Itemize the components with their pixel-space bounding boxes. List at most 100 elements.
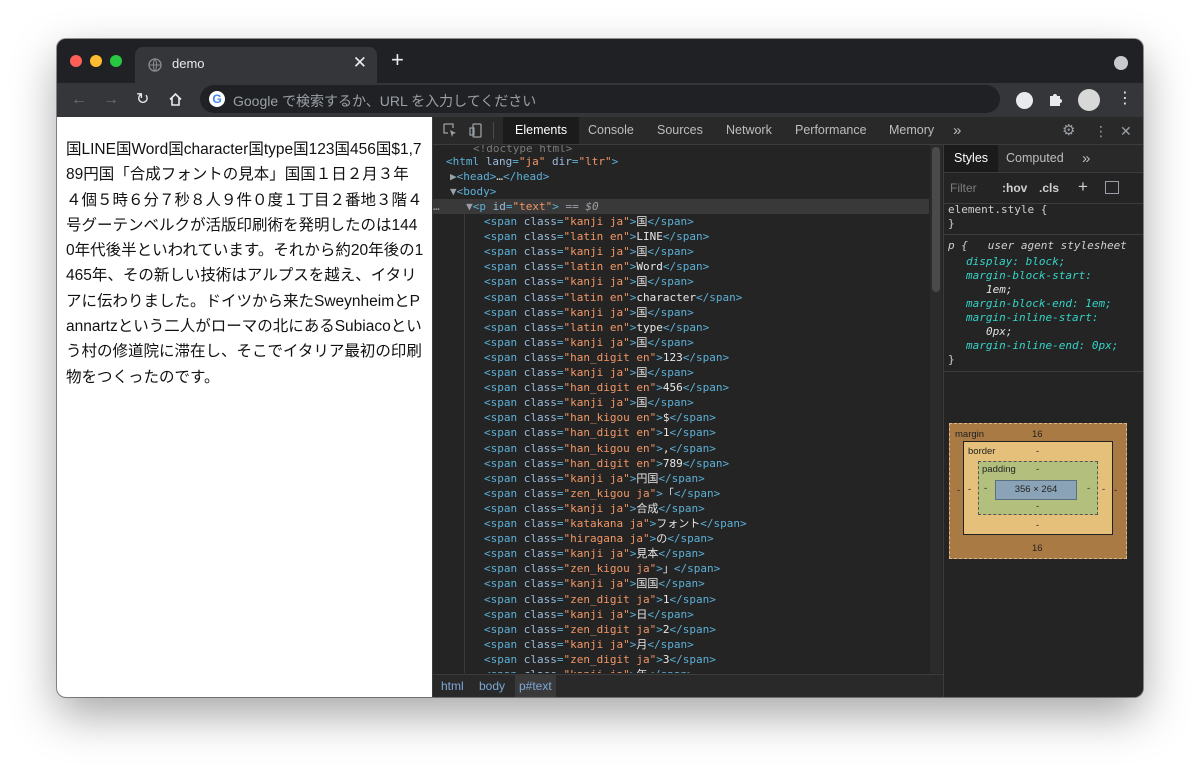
margin-right-value[interactable]: -	[1114, 485, 1117, 496]
device-toolbar-icon[interactable]	[469, 123, 484, 138]
reload-icon[interactable]: ↻	[136, 91, 149, 109]
omnibox[interactable]: G Google で検索するか、URL を入力してください	[200, 85, 1000, 113]
border-left-value[interactable]: -	[968, 484, 971, 495]
zoom-window-button[interactable]	[110, 55, 122, 67]
filter-input[interactable]: Filter	[950, 181, 977, 195]
box-model-padding[interactable]: padding - - - - 356 × 264	[978, 461, 1098, 515]
crumb-html[interactable]: html	[441, 675, 464, 697]
tab-demo[interactable]: demo ✕	[135, 47, 377, 83]
box-model-border[interactable]: border - - - - padding - - - - 356 × 264	[963, 441, 1113, 535]
margin-left-value[interactable]: -	[957, 485, 960, 496]
border-top-value[interactable]: -	[1036, 446, 1039, 457]
span-node[interactable]: <span class="han_digit en">789</span>	[484, 456, 729, 471]
hov-toggle[interactable]: :hov	[1002, 181, 1027, 195]
element-style-open[interactable]: element.style {	[948, 203, 1047, 217]
span-node[interactable]: <span class="kanji ja">国</span>	[484, 305, 694, 320]
new-tab-button[interactable]: +	[391, 49, 404, 71]
close-tab-icon[interactable]: ✕	[353, 54, 367, 72]
span-node[interactable]: <span class="han_kigou en">,</span>	[484, 441, 716, 456]
elements-tree[interactable]: <!doctype html> <html lang="ja" dir="ltr…	[433, 145, 929, 673]
margin-bottom-value[interactable]: 16	[1032, 543, 1043, 554]
rule-margin-inline-start: margin-inline-start:	[966, 311, 1099, 324]
border-right-value[interactable]: -	[1102, 484, 1105, 495]
minimize-window-button[interactable]	[90, 55, 102, 67]
span-node[interactable]: <span class="kanji ja">国</span>	[484, 244, 694, 259]
span-node[interactable]: <span class="kanji ja">円国</span>	[484, 471, 705, 486]
padding-top-value[interactable]: -	[1036, 464, 1039, 475]
puzzle-icon[interactable]	[1048, 92, 1063, 107]
span-node[interactable]: <span class="kanji ja">合成</span>	[484, 501, 705, 516]
span-node[interactable]: <span class="kanji ja">国</span>	[484, 365, 694, 380]
back-arrow-icon[interactable]: ←	[71, 91, 87, 109]
tab-console[interactable]: Console	[588, 117, 634, 144]
span-node[interactable]: <span class="zen_digit ja">3</span>	[484, 652, 716, 667]
span-node[interactable]: <span class="kanji ja">国</span>	[484, 214, 694, 229]
tab-memory[interactable]: Memory	[889, 117, 934, 144]
span-node[interactable]: <span class="kanji ja">月</span>	[484, 637, 694, 652]
close-window-button[interactable]	[70, 55, 82, 67]
html-node[interactable]: <html lang="ja" dir="ltr">	[446, 154, 618, 169]
span-node[interactable]: <span class="han_digit en">456</span>	[484, 380, 729, 395]
span-node[interactable]: <span class="zen_kigou ja">」</span>	[484, 561, 720, 576]
padding-bottom-value[interactable]: -	[1036, 501, 1039, 512]
globe-icon	[148, 58, 162, 72]
span-node[interactable]: <span class="katakana ja">フォント</span>	[484, 516, 747, 531]
google-icon: G	[209, 91, 225, 107]
span-node[interactable]: <span class="kanji ja">国国</span>	[484, 576, 705, 591]
padding-left-value[interactable]: -	[984, 483, 987, 494]
tab-styles[interactable]: Styles	[944, 145, 999, 172]
inspect-element-icon[interactable]	[443, 123, 458, 138]
crumb-p-text[interactable]: p#text	[515, 675, 556, 697]
crumb-body[interactable]: body	[479, 675, 505, 697]
span-node[interactable]: <span class="kanji ja">国</span>	[484, 335, 694, 350]
span-node[interactable]: <span class="latin en">LINE</span>	[484, 229, 709, 244]
close-devtools-icon[interactable]: ✕	[1120, 123, 1132, 139]
tab-title: demo	[172, 56, 205, 71]
span-node[interactable]: <span class="hiragana ja">の</span>	[484, 531, 714, 546]
box-model-content[interactable]: 356 × 264	[995, 480, 1077, 500]
span-node[interactable]: <span class="kanji ja">日</span>	[484, 607, 694, 622]
span-node[interactable]: <span class="kanji ja">年</span>	[484, 667, 694, 673]
span-node[interactable]: <span class="han_kigou en">$</span>	[484, 410, 716, 425]
tab-performance[interactable]: Performance	[795, 117, 867, 144]
margin-top-value[interactable]: 16	[1032, 429, 1043, 440]
tab-sources[interactable]: Sources	[657, 117, 703, 144]
extension-icon[interactable]	[1016, 92, 1033, 109]
tab-computed[interactable]: Computed	[1006, 145, 1064, 172]
span-node[interactable]: <span class="kanji ja">国</span>	[484, 395, 694, 410]
padding-right-value[interactable]: -	[1087, 483, 1090, 494]
elements-scrollbar[interactable]	[930, 145, 942, 673]
settings-gear-icon[interactable]: ⚙	[1062, 123, 1075, 139]
tab-search-icon[interactable]	[1114, 56, 1128, 70]
rule-divider-2	[944, 371, 1143, 372]
tab-network[interactable]: Network	[726, 117, 772, 144]
span-node[interactable]: <span class="latin en">Word</span>	[484, 259, 709, 274]
toggle-sidebar-icon[interactable]	[1105, 181, 1119, 194]
home-icon[interactable]	[168, 92, 183, 107]
devtools-menu-icon[interactable]: ⋮	[1094, 123, 1108, 139]
span-node[interactable]: <span class="han_digit en">1</span>	[484, 425, 716, 440]
box-model-margin[interactable]: margin 16 16 - - border - - - - padding …	[949, 423, 1127, 559]
p-node-selected[interactable]: … ▼<p id="text"> == $0	[433, 199, 929, 214]
span-node[interactable]: <span class="latin en">character</span>	[484, 290, 742, 305]
more-styles-icon[interactable]: »	[1082, 145, 1090, 172]
span-node[interactable]: <span class="kanji ja">国</span>	[484, 274, 694, 289]
browser-window: demo ✕ + ← → ↻ G Google で検索するか、URL を入力して…	[57, 39, 1143, 697]
span-node[interactable]: <span class="zen_kigou ja">「</span>	[484, 486, 720, 501]
tab-elements[interactable]: Elements	[503, 117, 580, 144]
span-node[interactable]: <span class="kanji ja">見本</span>	[484, 546, 705, 561]
more-tabs-icon[interactable]: »	[953, 117, 961, 144]
cls-toggle[interactable]: .cls	[1039, 181, 1059, 195]
border-bottom-value[interactable]: -	[1036, 520, 1039, 531]
span-node[interactable]: <span class="zen_digit ja">1</span>	[484, 592, 716, 607]
forward-arrow-icon[interactable]: →	[103, 91, 119, 109]
span-node[interactable]: <span class="zen_digit ja">2</span>	[484, 622, 716, 637]
head-node[interactable]: ▶<head>…</head>	[450, 169, 549, 184]
span-node[interactable]: <span class="han_digit en">123</span>	[484, 350, 729, 365]
span-node[interactable]: <span class="latin en">type</span>	[484, 320, 709, 335]
avatar[interactable]	[1078, 89, 1100, 111]
add-rule-icon[interactable]: +	[1078, 177, 1088, 197]
kebab-menu-icon[interactable]: ⋮	[1117, 90, 1133, 108]
body-node[interactable]: ▼<body>	[450, 184, 496, 199]
scrollbar-thumb[interactable]	[932, 147, 940, 292]
